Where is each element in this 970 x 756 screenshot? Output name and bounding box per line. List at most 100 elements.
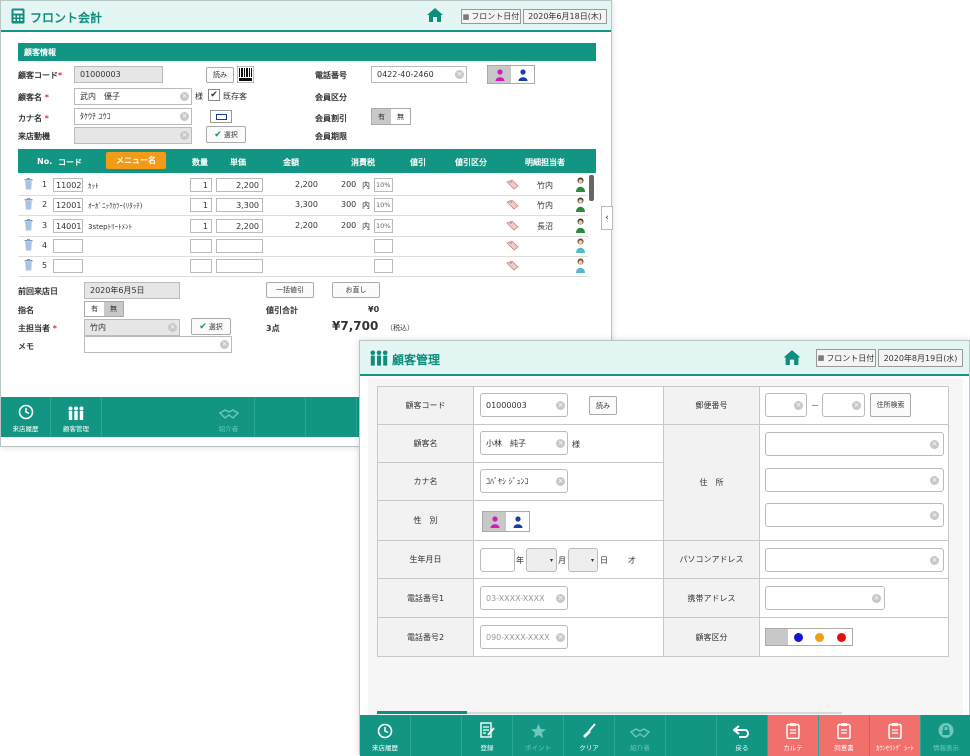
point-button[interactable]: ポイント <box>513 715 564 756</box>
yes-option[interactable]: 有 <box>85 302 104 316</box>
clear-icon[interactable]: × <box>930 556 939 565</box>
table-scrollbar[interactable] <box>589 175 594 201</box>
clear-icon[interactable]: × <box>794 401 803 410</box>
clear-icon[interactable]: × <box>455 70 464 79</box>
customer-class-toggle[interactable] <box>765 628 853 646</box>
birth-day-select[interactable]: ▾ <box>568 548 598 572</box>
clear-button[interactable]: クリア <box>564 715 615 756</box>
counseling-sheet-button[interactable]: ｶｳﾝｾﾘﾝｸﾞ ｼｰﾄ <box>870 715 921 756</box>
tag-icon[interactable] <box>506 220 519 231</box>
code-field[interactable]: 12001 <box>53 198 83 212</box>
qty-field[interactable]: 1 <box>190 178 212 192</box>
tag-icon[interactable] <box>506 260 519 271</box>
class-orange-option[interactable] <box>809 629 831 645</box>
trash-icon[interactable] <box>24 198 33 210</box>
main-staff-field[interactable]: 竹内 <box>84 319 180 336</box>
qty-field[interactable] <box>190 239 212 253</box>
clear-icon[interactable]: × <box>180 112 189 121</box>
phone-field[interactable]: 0422-40-2460 <box>371 66 467 83</box>
no-option[interactable]: 無 <box>391 109 410 124</box>
kana-field[interactable]: ｺﾊﾞﾔｼ ｼﾞｭﾝｺ <box>480 469 568 493</box>
home-icon[interactable] <box>426 7 444 23</box>
customer-name-field[interactable]: 武内 優子 <box>74 88 192 105</box>
tag-icon[interactable] <box>506 199 519 210</box>
staff-icon[interactable] <box>575 177 586 192</box>
birth-month-select[interactable]: ▾ <box>526 548 557 572</box>
tax-rate-field[interactable]: 10% <box>374 178 393 192</box>
address-line-2[interactable] <box>765 468 944 492</box>
gender-toggle[interactable] <box>482 511 530 532</box>
visit-history-button[interactable]: 来店履歴 <box>360 715 411 756</box>
back-button[interactable]: 戻る <box>717 715 768 756</box>
code-field[interactable]: 14001 <box>53 219 83 233</box>
read-button[interactable]: 読み <box>206 67 234 83</box>
clear-icon[interactable]: × <box>556 439 565 448</box>
designation-toggle[interactable]: 有 無 <box>84 301 124 317</box>
class-blue-option[interactable] <box>787 629 809 645</box>
code-field[interactable] <box>53 259 83 273</box>
price-field[interactable] <box>216 259 263 273</box>
birth-year-field[interactable] <box>480 548 515 572</box>
price-field[interactable] <box>216 239 263 253</box>
class-red-option[interactable] <box>830 629 852 645</box>
trash-icon[interactable] <box>24 178 33 190</box>
consent-form-button[interactable]: 同意書 <box>819 715 870 756</box>
memo-field[interactable] <box>84 336 232 353</box>
clear-icon[interactable]: × <box>168 323 177 332</box>
customer-name-field[interactable]: 小林 純子 <box>480 431 568 455</box>
bulk-discount-button[interactable]: 一括値引 <box>266 282 314 298</box>
table-row[interactable]: 3 14001 3stepﾄﾘｰﾄﾒﾝﾄ 1 2,200 2,200 200 内 10% 長沼 <box>18 216 588 237</box>
table-row[interactable]: 4 <box>18 236 588 257</box>
info-display-button[interactable]: 情報表示 <box>921 715 970 756</box>
code-field[interactable] <box>53 239 83 253</box>
address-search-button[interactable]: 住所検索 <box>870 393 911 417</box>
address-line-3[interactable] <box>765 503 944 527</box>
yes-option[interactable]: 有 <box>372 109 391 124</box>
female-icon[interactable] <box>488 66 511 83</box>
class-none-option[interactable] <box>766 629 788 645</box>
qty-field[interactable] <box>190 259 212 273</box>
tag-icon[interactable] <box>506 179 519 190</box>
member-discount-toggle[interactable]: 有 無 <box>371 108 411 125</box>
clear-icon[interactable]: × <box>872 594 881 603</box>
clear-icon[interactable]: × <box>930 440 939 449</box>
staff-icon[interactable] <box>575 218 586 233</box>
no-option[interactable]: 無 <box>104 302 123 316</box>
clear-icon[interactable]: × <box>930 476 939 485</box>
table-row[interactable]: 5 <box>18 256 588 277</box>
phone2-field[interactable]: 090-XXXX-XXXX <box>480 625 568 649</box>
address-line-1[interactable] <box>765 432 944 456</box>
barcode-icon[interactable] <box>237 66 254 83</box>
register-button[interactable]: 登録 <box>462 715 513 756</box>
read-button[interactable]: 読み <box>589 396 617 415</box>
clear-icon[interactable]: × <box>556 594 565 603</box>
referrer-button[interactable]: 紹介者 <box>102 397 255 437</box>
select-button[interactable]: ✔ 選択 <box>191 318 231 335</box>
referrer-button[interactable]: 紹介者 <box>615 715 666 756</box>
menu-name-button[interactable]: メニュー名 <box>106 152 166 169</box>
side-collapse-tab[interactable]: ‹ <box>601 206 613 230</box>
clear-icon[interactable]: × <box>930 511 939 520</box>
trash-icon[interactable] <box>24 259 33 271</box>
visit-reason-field[interactable] <box>74 127 192 144</box>
tag-icon[interactable] <box>506 240 519 251</box>
tax-rate-field[interactable] <box>374 239 393 253</box>
kana-field[interactable]: ﾀｹｳﾁ ﾕｳｺ <box>74 108 192 125</box>
select-button[interactable]: ✔ 選択 <box>206 126 246 143</box>
visit-history-button[interactable]: 来店履歴 <box>1 397 51 437</box>
trash-icon[interactable] <box>24 239 33 251</box>
redo-button[interactable]: お直し <box>332 282 380 298</box>
gender-toggle[interactable] <box>487 65 535 84</box>
male-icon[interactable] <box>506 512 529 531</box>
table-row[interactable]: 2 12001 ｵｰｶﾞﾆｯｸｶﾗｰ(ﾘﾀｯﾁ) 1 3,300 3,300 300 内 10%… <box>18 195 588 216</box>
qty-field[interactable]: 1 <box>190 198 212 212</box>
price-field[interactable]: 2,200 <box>216 178 263 192</box>
price-field[interactable]: 3,300 <box>216 198 263 212</box>
staff-icon[interactable] <box>575 238 586 253</box>
clear-icon[interactable]: × <box>180 131 189 140</box>
customer-management-button[interactable]: 顧客管理 <box>51 397 102 437</box>
clear-icon[interactable]: × <box>852 401 861 410</box>
mobile-address-field[interactable] <box>765 586 885 610</box>
trash-icon[interactable] <box>24 219 33 231</box>
phone1-field[interactable]: 03-XXXX-XXXX <box>480 586 568 610</box>
